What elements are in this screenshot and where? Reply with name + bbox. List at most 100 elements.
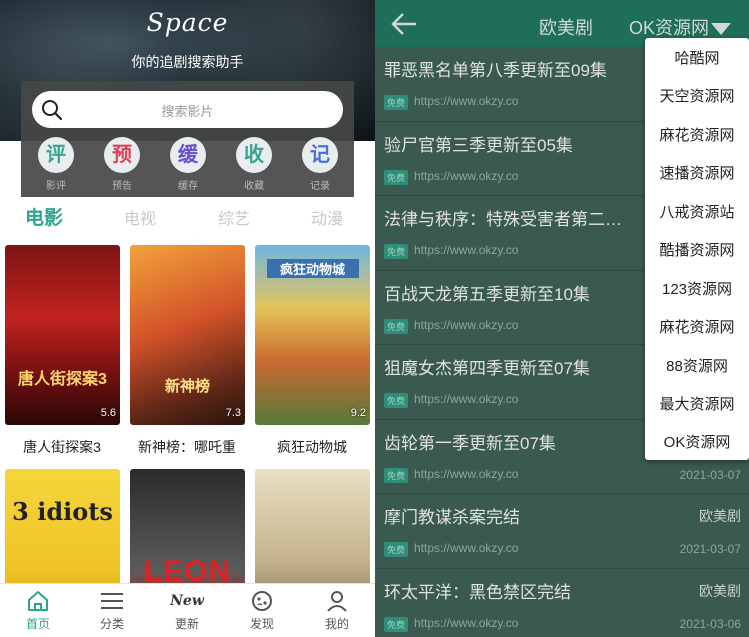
tab-label: 首页: [25, 617, 50, 631]
dropdown-item[interactable]: 天空资源网: [645, 85, 749, 106]
item-url: https://www.okzy.co: [414, 168, 519, 183]
tab-label: 发现: [249, 617, 274, 631]
item-url: https://www.okzy.co: [414, 94, 519, 108]
item-date: 2021-03-07: [679, 542, 741, 556]
item-title: 百战天龙第五季更新至10集: [384, 284, 590, 304]
trailer-icon: 预: [104, 137, 140, 173]
tab-tv[interactable]: 电视: [124, 205, 156, 229]
home-icon: [28, 591, 48, 611]
free-badge: 免费: [384, 169, 409, 185]
poster-text: 唐人街探案3: [18, 371, 107, 388]
source-label: OK资源网: [629, 18, 710, 38]
quick-label: 记录: [310, 181, 330, 192]
quick-label: 影评: [46, 181, 66, 192]
new-icon: New: [170, 593, 204, 609]
free-badge: 免费: [384, 95, 409, 110]
discover-icon: [252, 591, 272, 611]
quick-label: 预告: [112, 181, 132, 192]
tab-label: 更新: [174, 617, 199, 631]
dropdown-item[interactable]: 123资源网: [645, 278, 749, 299]
quick-label: 收藏: [244, 181, 264, 192]
item-category: 欧美剧: [699, 508, 741, 524]
history-icon: 记: [302, 137, 338, 173]
dropdown-item[interactable]: 八戒资源站: [645, 201, 749, 222]
quick-review-button[interactable]: 评 影评: [37, 137, 75, 192]
dropdown-arrow-icon: [711, 23, 732, 36]
quick-cache-button[interactable]: 缓 缓存: [169, 137, 207, 192]
app-subtitle: 你的追剧搜索助手: [131, 54, 244, 70]
source-dropdown-menu: 哈酷网 天空资源网 麻花资源网 速播资源网 八戒资源站 酷播资源网 123资源网…: [645, 38, 749, 460]
item-url: https://www.okzy.co: [414, 541, 519, 555]
source-selector[interactable]: OK资源网: [629, 14, 732, 40]
item-url: https://www.okzy.co: [414, 615, 519, 630]
dropdown-item[interactable]: OK资源网: [645, 431, 749, 452]
movie-rating: 7.3: [225, 407, 241, 419]
list-item[interactable]: 环太平洋：黑色禁区完结 欧美剧 免费 https://www.okzy.co 2…: [375, 569, 749, 637]
back-arrow-icon[interactable]: [389, 10, 419, 38]
free-badge: 免费: [384, 542, 409, 557]
free-badge: 免费: [384, 318, 409, 334]
item-category: 欧美剧: [699, 582, 741, 599]
movie-title[interactable]: 新神榜：哪吒重: [125, 437, 249, 457]
dropdown-item[interactable]: 酷播资源网: [645, 239, 749, 260]
page-title: 欧美剧: [539, 18, 593, 38]
dropdown-item[interactable]: 哈酷网: [645, 47, 749, 68]
list-icon: [101, 593, 123, 609]
free-badge: 免费: [384, 393, 409, 408]
bottom-tab-bar: 首页 分类 New 更新 发现 我的: [0, 583, 375, 637]
favorites-icon: 收: [236, 137, 272, 173]
free-badge: 免费: [384, 616, 409, 632]
poster-text: 疯狂动物城: [266, 259, 359, 278]
item-url: https://www.okzy.co: [414, 317, 519, 332]
movie-poster[interactable]: 新神榜 7.3: [130, 245, 245, 425]
movie-title[interactable]: 疯狂动物城: [250, 437, 374, 457]
home-screen: Space 你的追剧搜索助手 搜索影片 评 影评 预 预告 缓 缓存 收 收藏 …: [0, 0, 375, 637]
dropdown-item[interactable]: 速播资源网: [645, 162, 749, 183]
quick-favorites-button[interactable]: 收 收藏: [235, 137, 273, 192]
item-url: https://www.okzy.co: [414, 466, 519, 481]
movie-poster[interactable]: 疯狂动物城 9.2: [255, 245, 370, 425]
tab-category[interactable]: 分类: [82, 590, 142, 632]
tab-label: 我的: [324, 617, 349, 631]
movie-title[interactable]: 唐人街探案3: [0, 437, 124, 457]
list-screen: 欧美剧 OK资源网 罪恶黑名单第八季更新至09集 免费 https://www.…: [375, 0, 749, 637]
list-item[interactable]: 摩门教谋杀案完结 欧美剧 免费 https://www.okzy.co 2021…: [375, 494, 749, 569]
quick-trailer-button[interactable]: 预 预告: [103, 137, 141, 192]
user-icon: [327, 591, 347, 612]
poster-text: 3 idiots: [12, 497, 113, 526]
quick-history-button[interactable]: 记 记录: [301, 137, 339, 192]
movie-rating: 5.6: [100, 407, 116, 419]
search-placeholder: 搜索影片: [161, 104, 214, 119]
dropdown-item[interactable]: 麻花资源网: [645, 316, 749, 337]
category-tabs: 电影 电视 综艺 动漫: [0, 205, 375, 235]
tab-movie[interactable]: 电影: [25, 203, 63, 230]
tab-anime[interactable]: 动漫: [311, 205, 343, 229]
item-title: 摩门教谋杀案完结: [384, 508, 520, 527]
item-date: 2021-03-06: [679, 616, 741, 631]
cache-icon: 缓: [170, 137, 206, 173]
tab-update[interactable]: New 更新: [157, 590, 217, 632]
item-title: 环太平洋：黑色禁区完结: [384, 582, 571, 602]
poster-text: 新神榜: [164, 378, 210, 395]
search-panel: 搜索影片 评 影评 预 预告 缓 缓存 收 收藏 记 记录: [21, 81, 354, 197]
dropdown-item[interactable]: 88资源网: [645, 355, 749, 376]
review-icon: 评: [38, 137, 74, 173]
item-title: 验尸官第三季更新至05集: [384, 135, 573, 155]
item-title: 法律与秩序：特殊受害者第二…: [384, 210, 622, 229]
free-badge: 免费: [384, 467, 409, 483]
movie-poster[interactable]: 唐人街探案3 5.6: [5, 245, 120, 425]
item-url: https://www.okzy.co: [414, 243, 519, 257]
dropdown-item[interactable]: 麻花资源网: [645, 124, 749, 145]
item-title: 罪恶黑名单第八季更新至09集: [384, 61, 607, 80]
free-badge: 免费: [384, 244, 409, 259]
item-title: 齿轮第一季更新至07集: [384, 433, 556, 453]
tab-mine[interactable]: 我的: [307, 590, 367, 632]
dropdown-item[interactable]: 最大资源网: [645, 393, 749, 414]
tab-discover[interactable]: 发现: [232, 590, 292, 632]
item-date: 2021-03-07: [679, 467, 741, 482]
tab-home[interactable]: 首页: [8, 590, 68, 632]
search-input[interactable]: 搜索影片: [32, 91, 343, 128]
item-url: https://www.okzy.co: [414, 392, 519, 406]
tab-variety[interactable]: 综艺: [218, 205, 250, 229]
movie-rating: 9.2: [350, 407, 366, 419]
